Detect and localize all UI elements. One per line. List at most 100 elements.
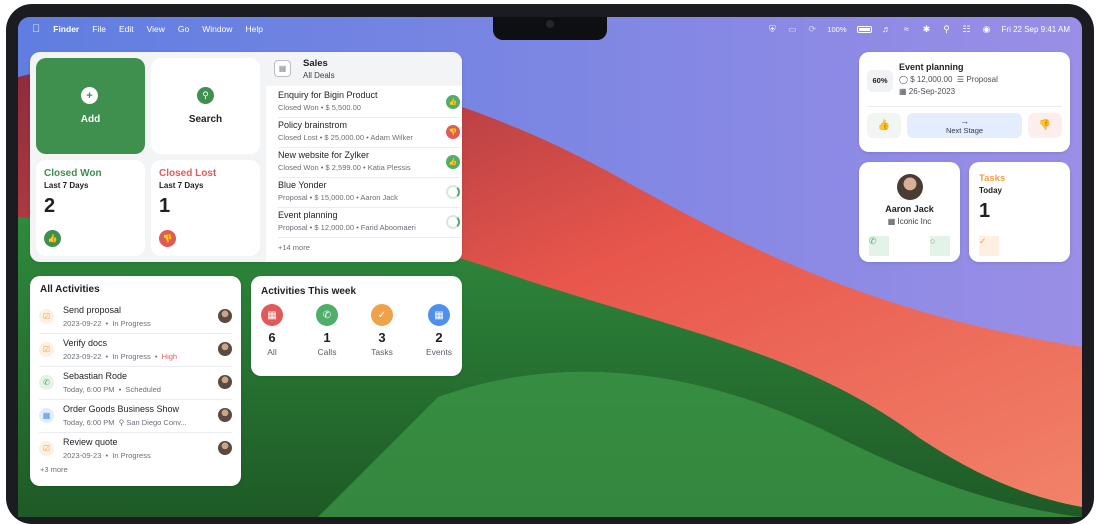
priority-badge: High [161,352,178,361]
deal-meta: Closed Lost • $ 25,000.00 • Adam Wilker [278,133,413,142]
bluetooth-icon[interactable]: ✱ [922,24,932,34]
deal-name: New website for Zylker [278,150,370,160]
task-icon: ☑ [39,441,54,456]
menu-edit[interactable]: Edit [119,24,134,34]
task-icon: ☑ [39,309,54,324]
tasks-widget[interactable]: Tasks Today 1 ✓ [969,162,1070,262]
thumbs-down-icon: 👎 [159,230,176,247]
deal-date-row: ▦ 26-Sep-2023 [899,87,956,96]
activity-meta: Today, 6:00 PM ⚲ San Diego Conv... [63,418,187,427]
siri-icon[interactable]: ◉ [982,24,992,34]
menu-go[interactable]: Go [178,24,189,34]
deal-row[interactable]: New website for Zylker Closed Won • $ 2,… [278,148,460,178]
menu-window[interactable]: Window [202,24,232,34]
closed-won-count: 2 [44,195,56,217]
closed-won-period: Last 7 Days [44,181,89,190]
add-tile[interactable]: + Add [36,58,145,154]
camera-dot [546,20,554,28]
deal-detail-widget: 60% Event planning ◯ $ 12,000.00 ☰ Propo… [859,52,1070,152]
probability-badge: 60% [867,70,893,92]
activity-row[interactable]: ☑ Review quote 2023-09-23 • In Progress [39,433,232,466]
search-tile[interactable]: ⚲ Search [151,58,260,154]
shield-icon[interactable]: ⛨ [767,24,777,34]
contact-company: ▦ Iconic Inc [887,217,932,226]
volume-icon[interactable]: ♬ [882,24,892,34]
wifi-icon[interactable]: ≈ [902,24,912,34]
sync-icon[interactable]: ⟳ [807,24,817,34]
control-center-icon[interactable]: ☷ [962,24,972,34]
avatar [218,441,232,455]
check-icon: ✓ [371,304,393,326]
deals-widget: + Add ⚲ Search Closed Won Last 7 Days 2 … [30,52,462,262]
activity-meta: Today, 6:00 PM • Scheduled [63,385,161,394]
battery-percent: 100% [827,24,847,34]
next-stage-button[interactable]: → Next Stage [907,113,1022,138]
spotlight-search-icon[interactable]: ⚲ [942,24,952,34]
activity-row[interactable]: ▦ Order Goods Business Show Today, 6:00 … [39,400,232,433]
week-title: Activities This week [261,286,357,297]
deal-name: Blue Yonder [278,180,327,190]
mark-lost-button[interactable]: 👎 [1028,113,1062,138]
closed-won-tile[interactable]: Closed Won Last 7 Days 2 👍 [36,160,145,256]
activity-meta: 2023-09-22 • In Progress • High [63,352,178,361]
thumbs-up-icon: 👍 [44,230,61,247]
tasks-title: Tasks [979,173,1006,184]
activities-more-link[interactable]: +3 more [40,465,68,474]
activity-meta: 2023-09-22 • In Progress [63,319,151,328]
week-label: Tasks [371,347,393,357]
deal-meta: Proposal • $ 15,000.00 • Aaron Jack [278,193,398,202]
week-count: 1 [323,330,331,345]
contact-widget[interactable]: Aaron Jack ▦ Iconic Inc ✆ ○ [859,162,960,262]
menu-file[interactable]: File [92,24,106,34]
deal-row[interactable]: Blue Yonder Proposal • $ 15,000.00 • Aar… [278,178,460,208]
activity-row[interactable]: ✆ Sebastian Rode Today, 6:00 PM • Schedu… [39,367,232,400]
sales-more-link[interactable]: +14 more [278,243,310,252]
menu-help[interactable]: Help [245,24,262,34]
phone-icon[interactable]: ✆ [869,236,889,256]
activity-row[interactable]: ☑ Verify docs 2023-09-22 • In Progress •… [39,334,232,367]
avatar [218,408,232,422]
activity-row[interactable]: ☑ Send proposal 2023-09-22 • In Progress [39,301,232,334]
activity-meta: 2023-09-23 • In Progress [63,451,151,460]
progress-ring-icon [446,215,460,229]
week-label: Events [426,347,452,357]
week-count: 2 [435,330,443,345]
week-item-calls[interactable]: ✆ 1 Calls [307,304,347,357]
phone-icon: ✆ [316,304,338,326]
week-item-all[interactable]: ▦ 6 All [252,304,292,357]
activity-name: Send proposal [63,305,122,315]
closed-lost-tile[interactable]: Closed Lost Last 7 Days 1 👎 [151,160,260,256]
deal-row[interactable]: Event planning Proposal • $ 12,000.00 • … [278,208,460,238]
battery-icon[interactable] [856,25,872,33]
menu-view[interactable]: View [147,24,165,34]
deal-row[interactable]: Enquiry for Bigin Product Closed Won • $… [278,88,460,118]
menu-app-name[interactable]: Finder [53,24,79,34]
progress-ring-icon [446,185,460,199]
activity-name: Order Goods Business Show [63,404,180,414]
message-icon[interactable]: ○ [930,236,950,256]
week-item-tasks[interactable]: ✓ 3 Tasks [362,304,402,357]
deal-meta: Closed Won • $ 5,500.00 [278,103,361,112]
tasks-period: Today [979,186,1002,195]
dollar-icon: ◯ [899,75,908,84]
calendar-icon: ▦ [428,304,450,326]
calendar-icon: ▦ [261,304,283,326]
search-icon: ⚲ [197,87,214,104]
building-icon: ▦ [887,217,896,226]
mark-won-button[interactable]: 👍 [867,113,901,138]
closed-lost-period: Last 7 Days [159,181,204,190]
menu-clock[interactable]: Fri 22 Sep 9:41 AM [1002,25,1070,34]
week-item-events[interactable]: ▦ 2 Events [419,304,459,357]
week-count: 3 [378,330,386,345]
divider [867,106,1062,107]
deal-amount-row: ◯ $ 12,000.00 ☰ Proposal [899,75,998,84]
check-circle-icon[interactable]: ✓ [979,236,999,256]
deal-row[interactable]: Policy brainstrom Closed Lost • $ 25,000… [278,118,460,148]
screen-mirror-icon[interactable]: ▭ [787,24,797,34]
apple-menu-icon[interactable]:  [32,23,40,35]
sales-header[interactable]: ▦ Sales All Deals [266,52,462,86]
thumbs-up-icon: 👍 [446,155,460,169]
week-label: All [267,347,277,357]
activity-name: Sebastian Rode [63,371,128,381]
pipeline-icon: ▦ [274,60,291,77]
